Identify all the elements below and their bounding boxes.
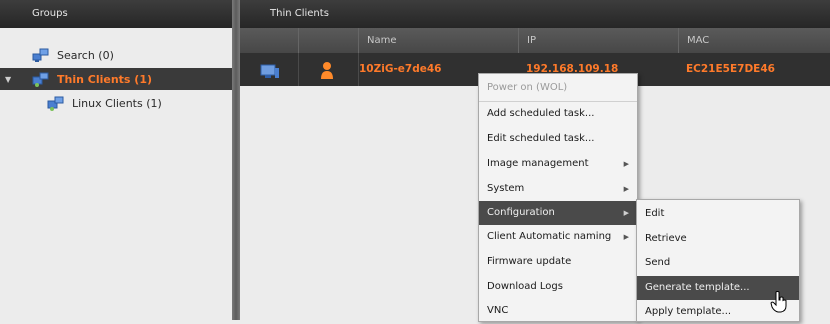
menu-item-download-logs[interactable]: Download Logs: [479, 275, 637, 299]
tree-item-thin-clients[interactable]: ▼ Thin Clients (1): [0, 68, 232, 90]
submenu-arrow-icon: ▶: [623, 209, 629, 217]
menu-item-add-scheduled-task[interactable]: Add scheduled task...: [479, 102, 637, 126]
thin-clients-group-icon: [32, 71, 50, 87]
submenu-arrow-icon: ▶: [623, 233, 629, 241]
menu-item-power-on-wol[interactable]: Power on (WOL): [479, 76, 637, 100]
menu-item-label: Edit scheduled task...: [487, 133, 595, 144]
menu-item-firmware-update[interactable]: Firmware update: [479, 250, 637, 274]
menu-item-label: Configuration: [487, 207, 555, 218]
submenu-arrow-icon: ▶: [623, 160, 629, 168]
client-name-cell: 10ZiG-e7de46: [359, 63, 442, 75]
panel-splitter[interactable]: [232, 0, 240, 320]
menu-item-label: Client Automatic naming: [487, 231, 612, 242]
menu-item-image-management[interactable]: Image management ▶: [479, 152, 637, 176]
menu-item-client-automatic-naming[interactable]: Client Automatic naming ▶: [479, 225, 637, 249]
tree-item-label: Linux Clients (1): [72, 96, 162, 110]
submenu-item-retrieve[interactable]: Retrieve: [637, 227, 799, 251]
menu-item-configuration[interactable]: Configuration ▶: [479, 201, 637, 225]
menu-item-label: Firmware update: [487, 256, 572, 267]
menu-item-label: Add scheduled task...: [487, 108, 595, 119]
tree-item-label: Thin Clients (1): [57, 72, 153, 86]
menu-item-label: VNC: [487, 305, 509, 316]
linux-clients-group-icon: [47, 95, 65, 111]
submenu-item-label: Edit: [645, 208, 665, 219]
column-header-status[interactable]: [298, 28, 358, 53]
search-computers-icon: [32, 47, 50, 63]
expand-triangle-icon[interactable]: ▼: [5, 75, 13, 84]
column-header-mac[interactable]: MAC: [678, 28, 830, 53]
submenu-item-edit[interactable]: Edit: [637, 202, 799, 226]
user-icon: [320, 60, 334, 80]
menu-item-label: Download Logs: [487, 281, 563, 292]
column-header-name[interactable]: Name: [358, 28, 518, 53]
submenu-arrow-icon: ▶: [623, 185, 629, 193]
menu-item-system[interactable]: System ▶: [479, 177, 637, 201]
menu-item-edit-scheduled-task[interactable]: Edit scheduled task...: [479, 127, 637, 151]
column-header-ip[interactable]: IP: [518, 28, 678, 53]
monitor-icon: [260, 61, 280, 79]
submenu-item-send[interactable]: Send: [637, 251, 799, 275]
client-mac-cell: EC21E5E7DE46: [686, 63, 775, 75]
submenu-item-label: Apply template...: [645, 306, 732, 317]
submenu-item-label: Retrieve: [645, 233, 687, 244]
tree-item-linux-clients[interactable]: Linux Clients (1): [0, 92, 232, 114]
groups-panel-header: Groups: [0, 0, 232, 28]
menu-item-label: System: [487, 183, 525, 194]
hand-cursor-icon: [770, 291, 788, 313]
submenu-item-label: Generate template...: [645, 282, 750, 293]
tree-item-label: Search (0): [57, 48, 114, 62]
cell-separator: [298, 53, 299, 86]
clients-panel-header: Thin Clients: [240, 0, 830, 28]
menu-item-label: Image management: [487, 158, 589, 169]
groups-panel: Groups Search (0) ▼ Thin Clients (1) Lin…: [0, 0, 233, 320]
context-menu: Power on (WOL) Add scheduled task... Edi…: [478, 73, 638, 322]
table-header-row: Name IP MAC: [240, 28, 830, 53]
menu-item-vnc[interactable]: VNC: [479, 299, 637, 323]
menu-item-label: Power on (WOL): [487, 82, 568, 93]
tree-item-search[interactable]: Search (0): [0, 44, 232, 66]
submenu-item-label: Send: [645, 257, 671, 268]
